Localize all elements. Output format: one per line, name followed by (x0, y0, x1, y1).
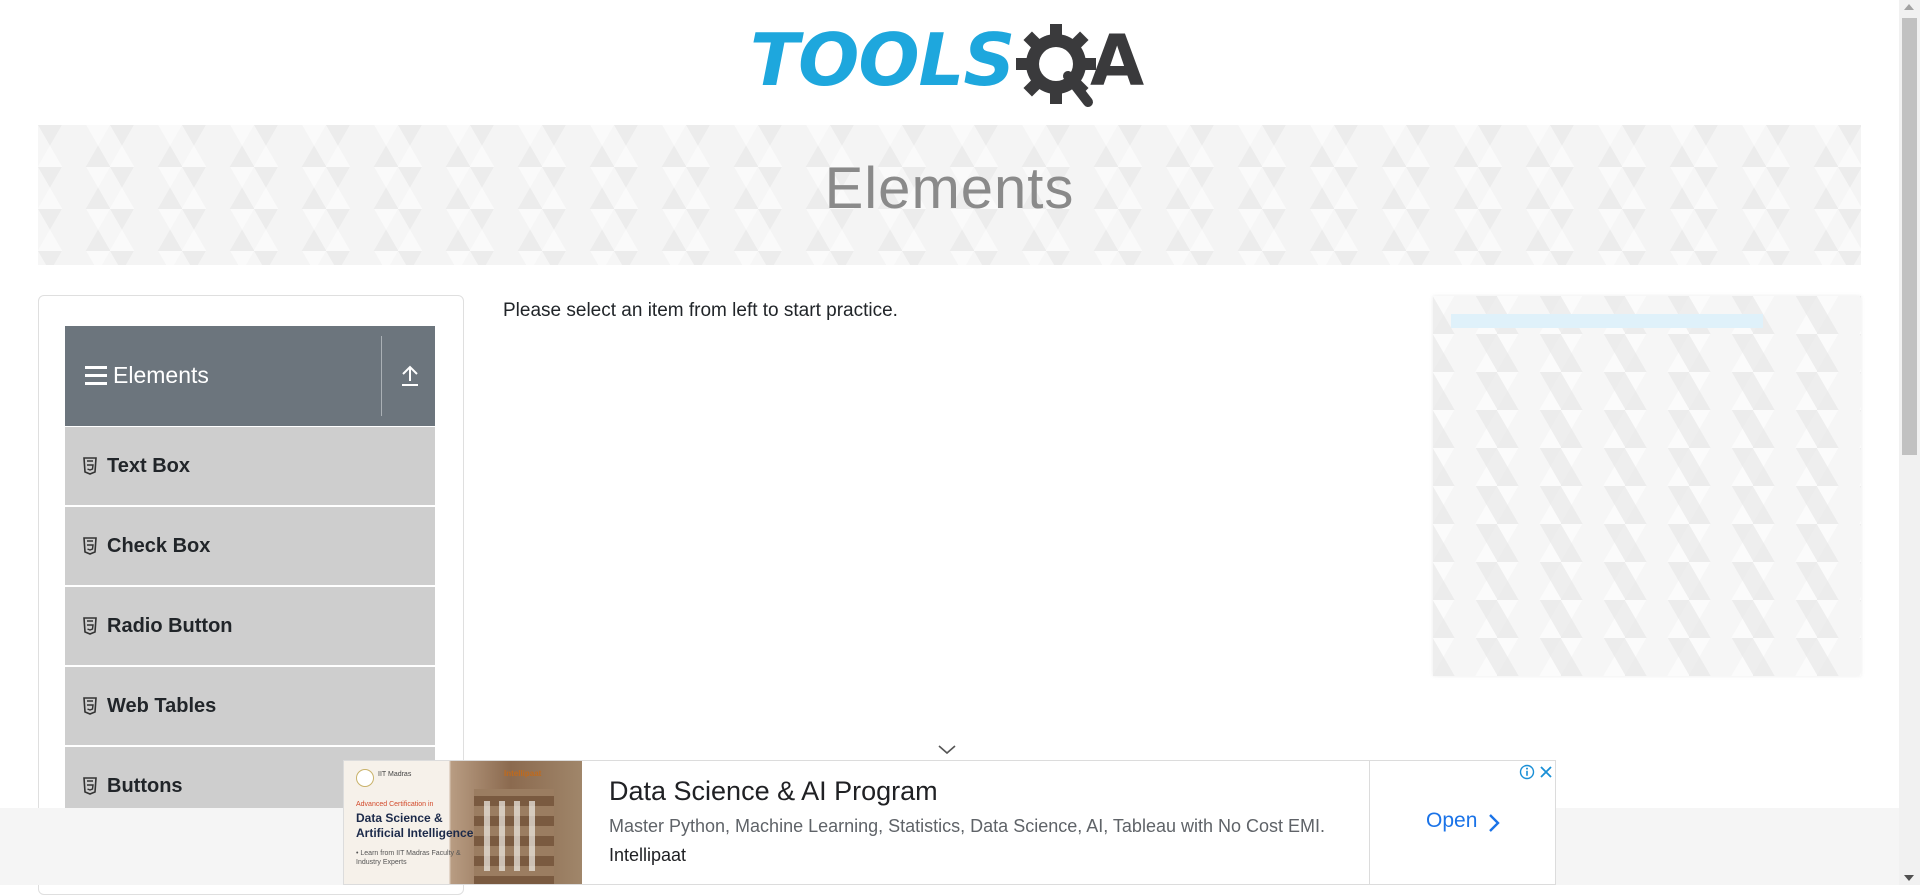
html5-icon (83, 617, 97, 635)
hamburger-icon (85, 366, 107, 386)
sidebar-item-label: Check Box (107, 535, 211, 557)
ad-image-org: IIT Madras (378, 771, 412, 778)
instruction-text: Please select an item from left to start… (503, 300, 898, 321)
side-ad-placeholder[interactable] (1433, 296, 1861, 676)
html5-icon (83, 777, 97, 795)
ad-open-button[interactable]: Open (1426, 809, 1477, 833)
sidebar-item-label: Text Box (107, 455, 190, 477)
ad-image-footnote: • Learn from IIT Madras Faculty & Indust… (356, 850, 461, 866)
divider (381, 336, 382, 416)
scroll-down-arrow-icon[interactable] (1904, 875, 1914, 881)
chevron-right-icon[interactable] (1487, 812, 1501, 834)
logo-suffix: A (1090, 20, 1145, 102)
html5-icon (83, 537, 97, 555)
close-icon[interactable] (1538, 764, 1554, 780)
iit-logo-icon (356, 769, 374, 787)
toolsqa-logo[interactable]: TOOLS A (750, 18, 1155, 114)
vertical-scrollbar[interactable] (1899, 0, 1920, 885)
upload-arrow-icon[interactable] (399, 364, 421, 388)
building-windows (484, 801, 544, 871)
html5-icon (83, 457, 97, 475)
sidebar-item-text-box[interactable]: Text Box (65, 427, 435, 507)
bottom-ad-banner[interactable]: IIT Madras Intellipaat Advanced Certific… (343, 760, 1556, 885)
scroll-up-arrow-icon[interactable] (1904, 4, 1914, 10)
ad-title[interactable]: Data Science & AI Program (609, 776, 938, 807)
sidebar-item-label: Buttons (107, 775, 183, 797)
ad-image-headline: Data Science & Artificial Intelligence (356, 811, 474, 840)
ad-image-partner: Intellipaat (504, 769, 542, 778)
sidebar-group-elements[interactable]: Elements (65, 326, 435, 426)
ad-source: Intellipaat (609, 845, 687, 865)
divider (1369, 761, 1370, 884)
info-icon[interactable] (1519, 764, 1535, 780)
page-banner: Elements (38, 125, 1861, 265)
sidebar-item-web-tables[interactable]: Web Tables (65, 667, 435, 747)
sidebar-item-label: Radio Button (107, 615, 233, 637)
sidebar-item-label: Web Tables (107, 695, 217, 717)
ad-image-tagline: Advanced Certification in (356, 801, 434, 808)
html5-icon (83, 697, 97, 715)
chevron-down-icon[interactable] (937, 744, 957, 756)
sidebar-item-radio-button[interactable]: Radio Button (65, 587, 435, 667)
page-title: Elements (824, 156, 1075, 221)
sidebar-group-title: Elements (113, 362, 209, 388)
ad-description: Master Python, Machine Learning, Statist… (609, 816, 1326, 836)
ad-loading-bar (1451, 314, 1763, 328)
site-header: TOOLS A (0, 0, 1899, 122)
ad-image[interactable]: IIT Madras Intellipaat Advanced Certific… (344, 761, 582, 884)
scroll-thumb[interactable] (1902, 18, 1917, 455)
logo-text: TOOLS (750, 18, 1015, 102)
sidebar-item-check-box[interactable]: Check Box (65, 507, 435, 587)
